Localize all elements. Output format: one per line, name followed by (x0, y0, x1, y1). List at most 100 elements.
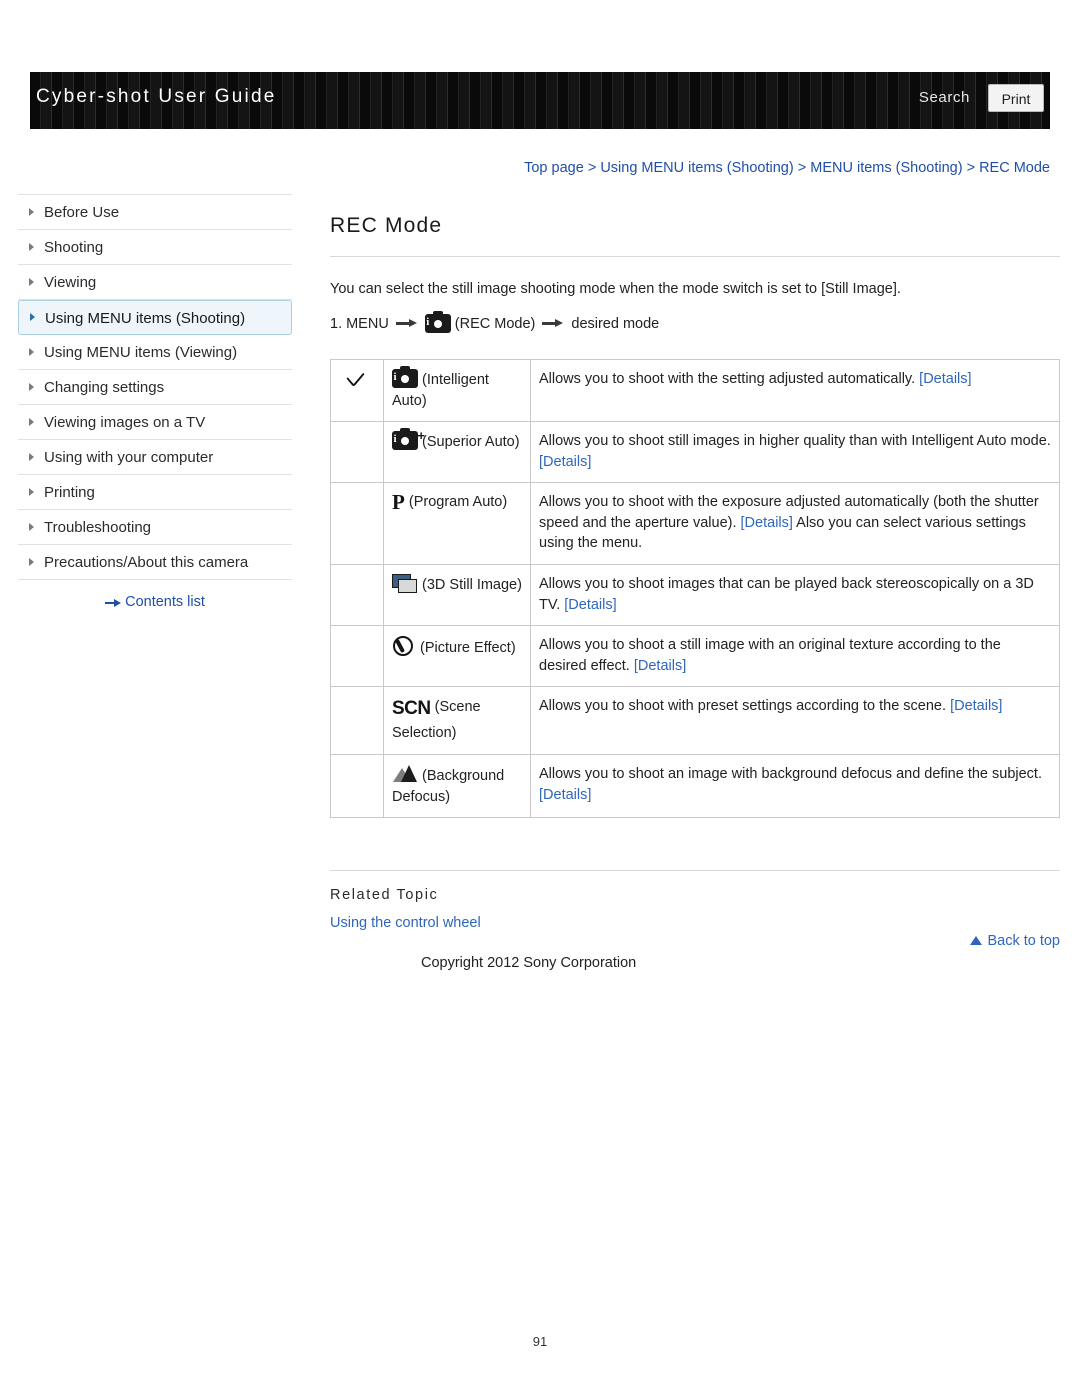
details-link[interactable]: [Details] (564, 597, 616, 613)
contents-list-link[interactable]: Contents list (18, 594, 292, 610)
bullet-icon (30, 313, 35, 321)
arrow-right-icon (395, 319, 418, 328)
mode-description-cell: Allows you to shoot with the setting adj… (530, 359, 1060, 423)
mode-icon-cell (330, 421, 384, 484)
scene-selection-icon: SCN (392, 698, 431, 720)
sidebar-item-label: Using MENU items (Viewing) (44, 344, 238, 361)
sidebar-item-shooting[interactable]: Shooting (18, 230, 292, 265)
sidebar-item-label: Troubleshooting (44, 519, 152, 536)
mode-icon-cell (330, 753, 384, 819)
intro-text: You can select the still image shooting … (330, 281, 901, 297)
arrow-right-icon (542, 319, 564, 328)
bullet-icon (29, 418, 34, 426)
breadcrumb-item-rec-mode[interactable]: REC Mode (979, 160, 1050, 176)
site-title: Cyber-shot User Guide (36, 86, 277, 107)
mode-name-cell: i (Intelligent Auto) (383, 359, 531, 423)
mode-icon-cell (330, 686, 384, 755)
table-row: (Picture Effect) Allows you to shoot a s… (330, 625, 1060, 688)
table-row: (Background Defocus) Allows you to shoot… (330, 753, 1060, 819)
sidebar-item-using-menu-items-viewing[interactable]: Using MENU items (Viewing) (18, 335, 292, 370)
table-row: i (Intelligent Auto) Allows you to shoot… (330, 359, 1060, 423)
breadcrumb-item-top[interactable]: Top page (524, 160, 584, 176)
step-instruction: 1. MENU i (REC Mode) desired mode (330, 311, 1060, 334)
sidebar-item-label: Precautions/About this camera (44, 554, 249, 571)
sidebar-item-printing[interactable]: Printing (18, 475, 292, 510)
mode-name-cell: SCN (Scene Selection) (383, 686, 531, 755)
table-row: SCN (Scene Selection) Allows you to shoo… (330, 686, 1060, 755)
mode-name-cell: (3D Still Image) (383, 564, 531, 627)
details-link[interactable]: [Details] (539, 454, 591, 470)
related-topic-title: Related Topic (330, 887, 439, 904)
breadcrumb-item-menu-items-shooting[interactable]: MENU items (Shooting) (810, 160, 962, 176)
table-row: P (Program Auto) Allows you to shoot wit… (330, 482, 1060, 566)
table-row: i + (Superior Auto) Allows you to shoot s… (330, 421, 1060, 484)
site-header: Cyber-shot User Guide Search Print (30, 72, 1050, 129)
mode-description-text: Allows you to shoot with preset settings… (539, 698, 951, 715)
triangle-up-icon (970, 936, 983, 945)
sidebar-item-before-use[interactable]: Before Use (18, 195, 292, 230)
sidebar: Before Use Shooting Viewing Using MENU i… (18, 194, 292, 610)
mode-name-label: (Program Auto) (408, 494, 508, 511)
bullet-icon (29, 488, 34, 496)
sidebar-item-label: Viewing images on a TV (44, 414, 206, 431)
mode-icon-cell (330, 482, 384, 566)
related-topic-link[interactable]: Using the control wheel (330, 915, 1060, 931)
mode-description-cell: Allows you to shoot with the exposure ad… (530, 482, 1060, 566)
bullet-icon (29, 558, 34, 566)
print-button[interactable]: Print (988, 84, 1044, 112)
details-link[interactable]: [Details] (919, 371, 971, 387)
mode-icon-cell (330, 625, 384, 688)
sidebar-item-viewing[interactable]: Viewing (18, 265, 292, 300)
sidebar-item-using-with-your-computer[interactable]: Using with your computer (18, 440, 292, 475)
sidebar-item-precautions-about-this-camera[interactable]: Precautions/About this camera (18, 545, 292, 580)
breadcrumb-separator: > (797, 160, 807, 176)
details-link[interactable]: [Details] (950, 698, 1002, 714)
mode-name-cell: (Picture Effect) (383, 625, 531, 688)
sidebar-item-label: Printing (44, 484, 95, 501)
details-link[interactable]: [Details] (741, 515, 793, 531)
3d-still-image-icon (392, 574, 418, 594)
breadcrumb: Top page > Using MENU items (Shooting) >… (0, 160, 1050, 176)
details-link[interactable]: [Details] (634, 658, 686, 674)
step-desired-mode-label: desired mode (571, 315, 660, 332)
mode-name-label: (Superior Auto) (422, 434, 520, 451)
breadcrumb-separator: > (966, 160, 976, 176)
picture-effect-icon (392, 635, 416, 657)
breadcrumb-separator: > (587, 160, 597, 176)
sidebar-item-viewing-images-on-a-tv[interactable]: Viewing images on a TV (18, 405, 292, 440)
bullet-icon (29, 453, 34, 461)
back-to-top-label: Back to top (987, 933, 1060, 949)
search-button[interactable]: Search (919, 89, 970, 106)
mode-icon-cell (330, 564, 384, 627)
sidebar-item-troubleshooting[interactable]: Troubleshooting (18, 510, 292, 545)
sidebar-item-label: Shooting (44, 239, 104, 256)
sidebar-item-label: Using with your computer (44, 449, 214, 466)
contents-list-label: Contents list (125, 594, 205, 610)
sidebar-item-using-menu-items-shooting[interactable]: Using MENU items (Shooting) (18, 300, 292, 335)
background-defocus-icon (392, 764, 418, 784)
step-number: 1. (330, 315, 343, 332)
mode-description-text: Allows you to shoot an image with backgr… (539, 765, 1042, 782)
bullet-icon (29, 348, 34, 356)
step-rec-mode-label: (REC Mode) (454, 315, 536, 332)
sidebar-item-changing-settings[interactable]: Changing settings (18, 370, 292, 405)
sidebar-item-label: Viewing (44, 274, 97, 291)
mode-name-cell: (Background Defocus) (383, 753, 531, 819)
back-to-top-link[interactable]: Back to top (970, 933, 1060, 949)
mode-description-text: Allows you to shoot with the setting adj… (539, 371, 920, 388)
mode-icon-cell (330, 359, 384, 423)
main-content: REC Mode You can select the still image … (330, 188, 1060, 931)
details-link[interactable]: [Details] (539, 787, 591, 803)
page-number: 91 (532, 1334, 548, 1349)
rec-mode-table: i (Intelligent Auto) Allows you to shoot… (330, 359, 1060, 819)
program-auto-icon: P (392, 490, 405, 515)
page-title: REC Mode (330, 214, 1060, 257)
sidebar-item-label: Changing settings (44, 379, 165, 396)
arrow-right-icon (105, 599, 122, 607)
mode-description-cell: Allows you to shoot with preset settings… (530, 686, 1060, 755)
bullet-icon (29, 523, 34, 531)
step-menu-label: MENU (346, 315, 389, 332)
mode-description-cell: Allows you to shoot an image with backgr… (530, 753, 1060, 819)
mode-name-cell: P (Program Auto) (383, 482, 531, 566)
breadcrumb-item-using-menu-items-shooting[interactable]: Using MENU items (Shooting) (600, 160, 793, 176)
